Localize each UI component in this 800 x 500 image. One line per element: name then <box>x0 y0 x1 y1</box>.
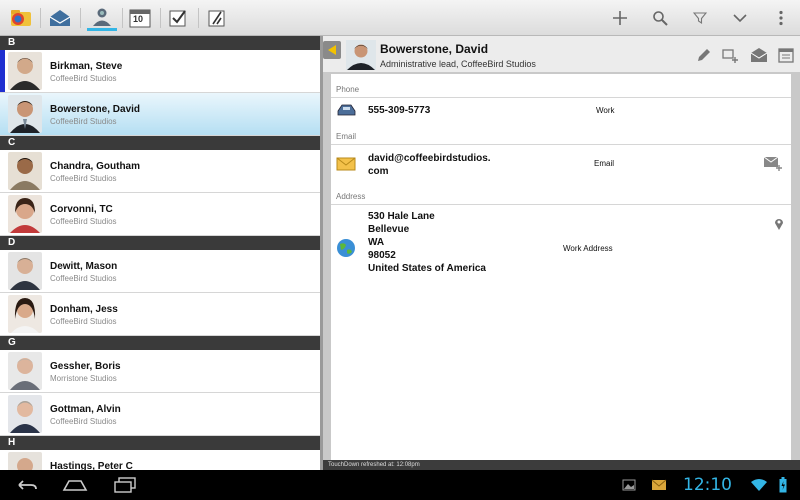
detail-name: Bowerstone, David <box>380 42 489 56</box>
contact-company: CoffeeBird Studios <box>50 217 117 226</box>
detail-header: Bowerstone, David Administrative lead, C… <box>323 36 800 72</box>
top-toolbar: 10 <box>0 0 800 36</box>
contact-name: Dewitt, Mason <box>50 261 118 272</box>
address-line[interactable]: WA <box>368 236 384 249</box>
refresh-status: TouchDown refreshed at: 12:08pm <box>323 460 800 470</box>
contact-row[interactable]: Birkman, Steve CoffeeBird Studios <box>0 50 320 93</box>
contact-company: CoffeeBird Studios <box>50 417 117 426</box>
section-header: H <box>0 436 320 450</box>
avatar <box>8 95 42 133</box>
address-line[interactable]: Bellevue <box>368 223 409 236</box>
address-line[interactable]: 98052 <box>368 249 396 262</box>
contact-row[interactable]: Dewitt, Mason CoffeeBird Studios <box>0 250 320 293</box>
phone-label: Phone <box>336 85 360 94</box>
overflow-menu-icon[interactable] <box>768 6 794 30</box>
contact-company: CoffeeBird Studios <box>50 317 117 326</box>
email-address-cont[interactable]: com <box>368 165 389 178</box>
address-label: Address <box>336 192 366 201</box>
address-line[interactable]: 530 Hale Lane <box>368 210 435 223</box>
contact-list[interactable]: B Birkman, Steve CoffeeBird Studios Bowe… <box>0 36 320 470</box>
phone-number[interactable]: 555-309-5773 <box>368 104 430 117</box>
address-type: Work Address <box>563 244 613 253</box>
email-label: Email <box>336 132 357 141</box>
add-to-group-icon[interactable] <box>721 45 741 65</box>
contact-company: Morristone Studios <box>50 374 117 383</box>
system-clock: 12:10 <box>683 475 732 495</box>
email-icon <box>336 154 356 174</box>
detail-subtitle: Administrative lead, CoffeeBird Studios <box>380 59 536 69</box>
back-arrow-icon <box>328 45 336 55</box>
map-pin-icon[interactable] <box>769 214 789 234</box>
avatar <box>8 395 42 433</box>
email-notification-icon[interactable] <box>644 474 674 496</box>
avatar <box>8 352 42 390</box>
contact-row[interactable]: Chandra, Goutham CoffeeBird Studios <box>0 150 320 193</box>
detail-avatar <box>346 40 376 70</box>
contact-company: CoffeeBird Studios <box>50 117 117 126</box>
section-header: G <box>0 336 320 350</box>
contact-company: CoffeeBird Studios <box>50 74 117 83</box>
recent-apps-icon[interactable] <box>110 474 140 496</box>
contact-row[interactable]: Hastings, Peter C <box>0 450 320 470</box>
contact-name: Hastings, Peter C <box>50 461 133 470</box>
edit-icon[interactable] <box>694 45 714 65</box>
app-logo-icon[interactable] <box>8 5 34 31</box>
notes-icon[interactable] <box>204 5 230 31</box>
home-nav-icon[interactable] <box>60 474 90 496</box>
contact-row[interactable]: Corvonni, TC CoffeeBird Studios <box>0 193 320 236</box>
contact-detail-pane: Bowerstone, David Administrative lead, C… <box>323 36 800 460</box>
back-button[interactable] <box>323 41 341 59</box>
contact-name: Gessher, Boris <box>50 361 121 372</box>
avatar <box>8 452 42 470</box>
schedule-meeting-icon[interactable] <box>776 45 796 65</box>
section-header: D <box>0 236 320 250</box>
contact-name: Chandra, Goutham <box>50 161 141 172</box>
contact-row[interactable]: Donham, Jess CoffeeBird Studios <box>0 293 320 336</box>
avatar <box>8 195 42 233</box>
battery-icon <box>771 474 795 496</box>
contact-name: Donham, Jess <box>50 304 118 315</box>
contact-name: Bowerstone, David <box>50 104 141 115</box>
chevron-down-icon[interactable] <box>727 6 753 30</box>
avatar <box>8 252 42 290</box>
gallery-notification-icon[interactable] <box>614 474 644 496</box>
contact-row[interactable]: Gottman, Alvin CoffeeBird Studios <box>0 393 320 436</box>
contacts-icon <box>93 8 111 26</box>
contact-company: CoffeeBird Studios <box>50 274 117 283</box>
section-header: C <box>0 136 320 150</box>
mail-tray-icon[interactable] <box>47 5 73 31</box>
calendar-day: 10 <box>133 14 144 24</box>
contact-card: Phone 555-309-5773 Work Email david@coff… <box>331 74 791 460</box>
contact-name: Gottman, Alvin <box>50 404 121 415</box>
globe-icon <box>336 238 356 258</box>
tasks-icon[interactable] <box>165 5 191 31</box>
contact-row[interactable]: Gessher, Boris Morristone Studios <box>0 350 320 393</box>
email-type: Email <box>594 159 615 168</box>
contact-name: Corvonni, TC <box>50 204 113 215</box>
compose-email-icon[interactable] <box>763 153 783 173</box>
contact-row-selected[interactable]: Bowerstone, David CoffeeBird Studios <box>0 93 320 136</box>
phone-icon <box>336 100 356 120</box>
email-contact-icon[interactable] <box>749 45 769 65</box>
add-icon[interactable] <box>607 6 633 30</box>
filter-icon[interactable] <box>687 6 713 30</box>
address-line[interactable]: United States of America <box>368 262 486 275</box>
system-nav-bar <box>0 470 800 500</box>
avatar <box>8 295 42 333</box>
avatar <box>8 52 42 90</box>
phone-type: Work <box>596 106 615 115</box>
search-icon[interactable] <box>647 6 673 30</box>
wifi-icon <box>744 474 774 496</box>
contacts-tab[interactable] <box>87 5 117 31</box>
calendar-icon[interactable]: 10 <box>127 5 153 31</box>
contact-company: CoffeeBird Studios <box>50 174 117 183</box>
avatar <box>8 152 42 190</box>
contact-name: Birkman, Steve <box>50 61 123 72</box>
section-header: B <box>0 36 320 50</box>
back-nav-icon[interactable] <box>12 474 42 496</box>
email-address[interactable]: david@coffeebirdstudios. <box>368 152 491 165</box>
